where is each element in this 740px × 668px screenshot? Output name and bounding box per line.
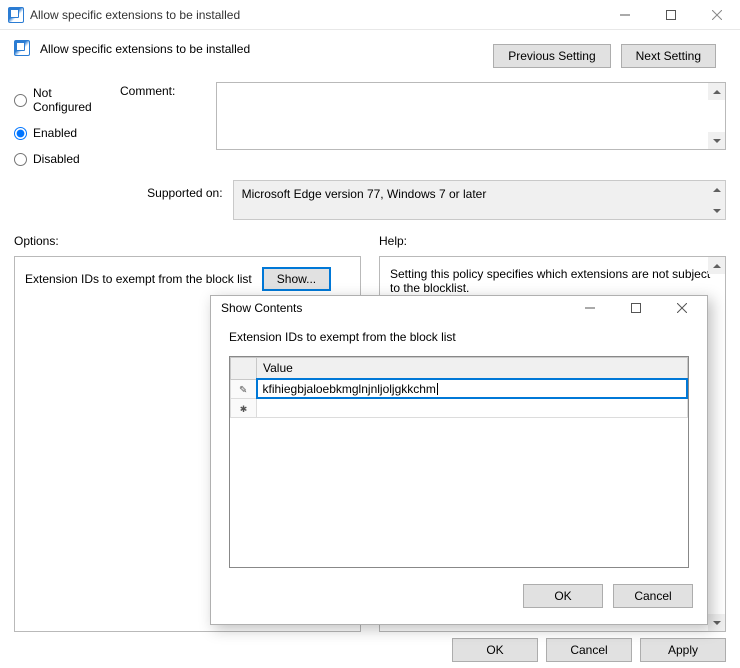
- minimize-button[interactable]: [602, 0, 648, 29]
- radio-enabled-input[interactable]: [14, 127, 27, 140]
- titlebar: Allow specific extensions to be installe…: [0, 0, 740, 30]
- grid-corner: [231, 358, 257, 380]
- chevron-down-icon: [713, 621, 721, 625]
- help-header: Help:: [379, 234, 726, 248]
- policy-icon: [8, 7, 24, 23]
- previous-setting-button[interactable]: Previous Setting: [493, 44, 610, 68]
- maximize-button[interactable]: [648, 0, 694, 29]
- help-text: Setting this policy specifies which exte…: [390, 267, 710, 295]
- grid-row[interactable]: kfihiegbjaloebkmglnjnljoljgkkchm: [231, 379, 688, 398]
- grid-cell[interactable]: [257, 398, 688, 417]
- state-radio-group: Not Configured Enabled Disabled: [14, 82, 104, 166]
- options-header: Options:: [14, 234, 361, 248]
- chevron-up-icon: [713, 188, 721, 192]
- chevron-down-icon: [713, 139, 721, 143]
- chevron-up-icon: [713, 90, 721, 94]
- window-title: Allow specific extensions to be installe…: [30, 8, 602, 22]
- pencil-icon: [239, 382, 247, 396]
- supported-on-value-box: Microsoft Edge version 77, Windows 7 or …: [233, 180, 726, 220]
- dialog-close-button[interactable]: [659, 296, 705, 320]
- radio-disabled[interactable]: Disabled: [14, 152, 104, 166]
- dialog-titlebar: Show Contents: [211, 296, 707, 320]
- new-row-icon: [240, 401, 248, 415]
- show-contents-dialog: Show Contents Extension IDs to exempt fr…: [210, 295, 708, 625]
- dialog-ok-button[interactable]: OK: [523, 584, 603, 608]
- dialog-buttons: OK Cancel Apply: [452, 638, 726, 662]
- value-grid[interactable]: Value kfihiegbjaloebkmglnjnljoljgkkchm: [229, 356, 689, 568]
- radio-not-configured[interactable]: Not Configured: [14, 86, 104, 114]
- dialog-title: Show Contents: [221, 301, 567, 315]
- cancel-button[interactable]: Cancel: [546, 638, 632, 662]
- apply-button[interactable]: Apply: [640, 638, 726, 662]
- page-heading: Allow specific extensions to be installe…: [40, 40, 483, 56]
- options-line-label: Extension IDs to exempt from the block l…: [25, 272, 252, 286]
- supported-on-value: Microsoft Edge version 77, Windows 7 or …: [242, 187, 487, 201]
- scroll-down-button[interactable]: [708, 614, 725, 631]
- chevron-down-icon: [713, 209, 721, 213]
- ok-button[interactable]: OK: [452, 638, 538, 662]
- radio-label: Not Configured: [33, 86, 104, 114]
- window-buttons: [602, 0, 740, 29]
- comment-textarea[interactable]: [216, 82, 726, 150]
- dialog-maximize-button[interactable]: [613, 296, 659, 320]
- scroll-up-button[interactable]: [708, 83, 725, 100]
- grid-column-header[interactable]: Value: [257, 358, 688, 380]
- policy-icon: [14, 40, 30, 56]
- scroll-up-button[interactable]: [708, 257, 725, 274]
- radio-label: Enabled: [33, 126, 77, 140]
- scroll-down-button[interactable]: [708, 132, 725, 149]
- grid-cell-editing[interactable]: kfihiegbjaloebkmglnjnljoljgkkchm: [257, 379, 688, 398]
- radio-enabled[interactable]: Enabled: [14, 126, 104, 140]
- text-caret: [436, 382, 438, 396]
- row-marker-edit: [231, 379, 257, 398]
- close-button[interactable]: [694, 0, 740, 29]
- grid-row[interactable]: [231, 398, 688, 417]
- next-setting-button[interactable]: Next Setting: [621, 44, 716, 68]
- cell-value: kfihiegbjaloebkmglnjnljoljgkkchm: [263, 382, 436, 396]
- row-marker-new: [231, 398, 257, 417]
- comment-label: Comment:: [120, 82, 206, 150]
- radio-not-configured-input[interactable]: [14, 94, 27, 107]
- scroll-down-button[interactable]: [708, 202, 725, 219]
- radio-disabled-input[interactable]: [14, 153, 27, 166]
- supported-on-label: Supported on:: [14, 180, 223, 220]
- dialog-minimize-button[interactable]: [567, 296, 613, 320]
- chevron-up-icon: [713, 264, 721, 268]
- radio-label: Disabled: [33, 152, 80, 166]
- dialog-cancel-button[interactable]: Cancel: [613, 584, 693, 608]
- show-button[interactable]: Show...: [262, 267, 331, 291]
- scroll-up-button[interactable]: [708, 181, 725, 198]
- dialog-subtitle: Extension IDs to exempt from the block l…: [229, 330, 689, 344]
